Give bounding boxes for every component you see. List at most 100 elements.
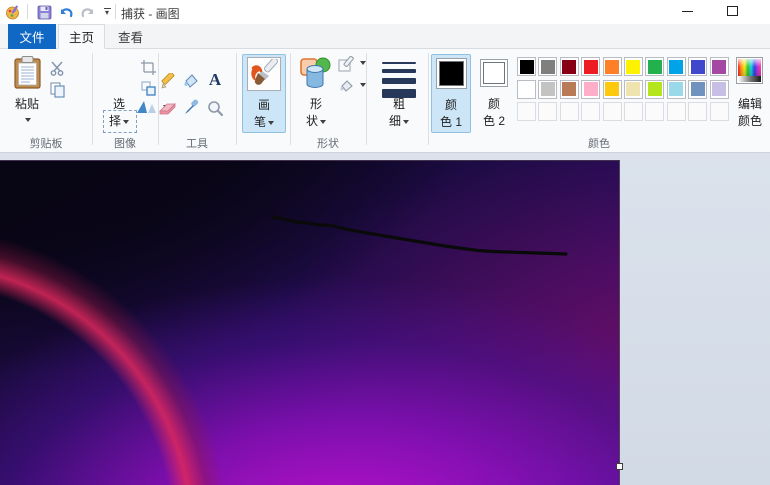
size-line-1 [382,62,416,64]
palette-empty-slot[interactable] [688,102,708,122]
tab-home[interactable]: 主页 [58,24,105,49]
palette-empty-slot[interactable] [709,102,729,122]
palette-swatch[interactable] [623,79,643,99]
edit-colors-label-1: 编辑 [737,97,762,111]
shapes-label-2: 状 [295,112,337,129]
palette-swatch[interactable] [666,79,686,99]
size-line-2 [382,69,416,73]
color1-label-1: 颜 [444,98,457,112]
save-icon[interactable] [36,4,52,20]
color2-label-1: 颜 [487,97,500,111]
palette-swatch[interactable] [559,79,579,99]
size-line-3 [382,78,416,84]
window-title: 捕获 - 画图 [121,7,180,21]
ribbon-tab-row: 文件 主页 查看 [0,24,770,49]
size-label-2: 细 [376,112,422,129]
tab-file[interactable]: 文件 [8,24,56,49]
palette-empty-slot[interactable] [602,102,622,122]
redo-icon[interactable] [80,4,96,20]
brushes-label-1: 画 [257,98,270,112]
cut-icon[interactable] [48,59,66,77]
shapes-icon [299,57,333,95]
palette-swatch[interactable] [666,57,686,76]
group-separator [236,53,237,145]
group-label-clipboard: 剪贴板 [29,138,63,150]
color2-button[interactable]: 颜 色 2 [475,54,513,133]
palette-swatch[interactable] [538,79,558,99]
select-label-2: 择 [98,112,140,129]
palette-row-2 [517,79,729,99]
group-separator [290,53,291,145]
color2-swatch [480,59,508,87]
magnifier-tool-icon[interactable] [205,98,225,118]
maximize-button[interactable] [716,0,748,22]
select-label-1: 选 [112,97,125,111]
paste-label: 粘贴 [14,97,39,111]
shape-fill-icon[interactable] [338,78,366,99]
resize-icon[interactable] [139,79,157,97]
fill-tool-icon[interactable] [181,71,201,91]
palette-swatch[interactable] [623,57,643,76]
brushes-button[interactable]: 画 笔 [242,54,286,133]
palette-swatch[interactable] [709,57,729,76]
paste-button[interactable]: 粘贴 [8,54,46,133]
eraser-tool-icon[interactable] [158,98,178,118]
minimize-button[interactable] [671,0,703,22]
palette-empty-slot[interactable] [517,102,536,122]
color1-label-2: 色 1 [439,115,462,129]
color-picker-tool-icon[interactable] [181,97,201,117]
palette-swatch[interactable] [538,57,558,76]
palette-empty-slot[interactable] [538,102,558,122]
color2-label-2: 色 2 [482,114,505,128]
canvas-resize-handle-right[interactable] [616,463,623,470]
palette-empty-slot[interactable] [666,102,686,122]
group-separator [92,53,93,145]
edit-colors-label-2: 颜色 [737,114,762,128]
paste-dropdown[interactable] [8,112,46,126]
qat-customize-icon[interactable]: ▾ [101,8,113,17]
text-tool-icon[interactable]: A [205,70,225,90]
palette-swatch[interactable] [581,79,601,99]
palette-swatch[interactable] [645,57,665,76]
qat-separator [27,4,28,19]
paint-window: ▾ 捕获 - 画图 文件 主页 查看 粘贴 剪贴板 选 择 图像 A 工具 画 … [0,0,770,485]
tab-view[interactable]: 查看 [107,24,154,49]
palette-swatch[interactable] [688,79,708,99]
palette-swatch[interactable] [517,79,536,99]
palette-swatch[interactable] [559,57,579,76]
palette-swatch[interactable] [602,57,622,76]
palette-swatch[interactable] [581,57,601,76]
shapes-button[interactable]: 形 状 [295,54,337,133]
size-label-1: 粗 [392,97,405,111]
palette-swatch[interactable] [517,57,536,76]
brush-icon [247,57,281,91]
shapes-label-1: 形 [309,97,322,111]
shape-outline-icon[interactable] [338,55,366,77]
group-separator [366,53,367,145]
brushes-label-2: 笔 [243,113,285,130]
undo-icon[interactable] [58,4,74,20]
palette-empty-slot[interactable] [581,102,601,122]
palette-empty-slot[interactable] [623,102,643,122]
palette-row-empty [517,102,729,122]
palette-empty-slot[interactable] [559,102,579,122]
edit-colors-button[interactable]: 编辑 颜色 [731,54,769,133]
group-label-tools: 工具 [186,138,208,150]
select-button[interactable]: 选 择 [98,54,140,133]
pencil-tool-icon[interactable] [158,71,178,91]
palette-swatch[interactable] [645,79,665,99]
ribbon: 粘贴 剪贴板 选 择 图像 A 工具 画 笔 形 状 形状 粗 细 颜 色 1 … [0,49,770,153]
color1-button[interactable]: 颜 色 1 [431,54,471,133]
palette-empty-slot[interactable] [645,102,665,122]
copy-icon[interactable] [48,80,66,98]
size-button[interactable]: 粗 细 [376,54,422,133]
group-label-colors: 颜色 [588,138,610,150]
palette-swatch[interactable] [602,79,622,99]
drawing-canvas[interactable] [0,160,620,485]
brush-stroke [271,215,568,256]
palette-swatch[interactable] [688,57,708,76]
crop-icon[interactable] [139,58,157,76]
palette-swatch[interactable] [709,79,729,99]
title-bar: ▾ 捕获 - 画图 [0,0,770,24]
workspace [0,153,770,485]
